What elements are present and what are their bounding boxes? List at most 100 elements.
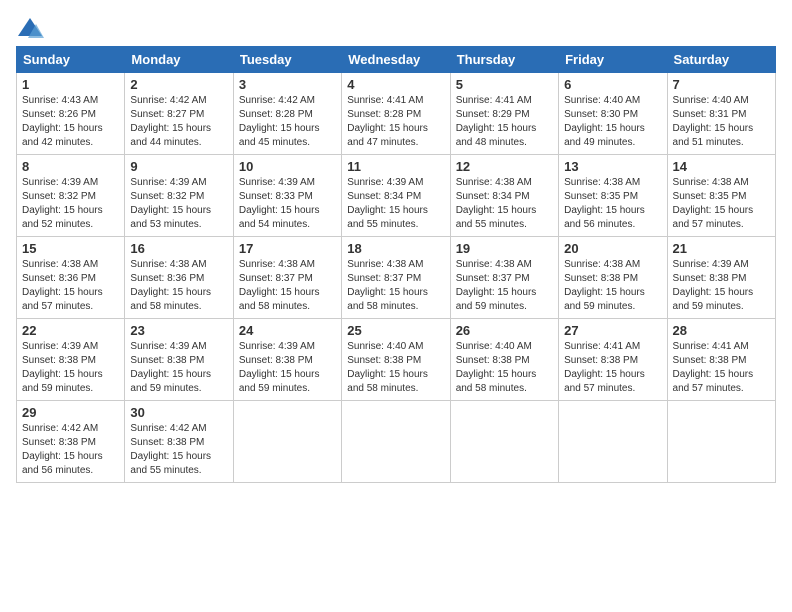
day-number: 7 <box>673 77 770 92</box>
page-header <box>16 16 776 40</box>
calendar-cell: 10 Sunrise: 4:39 AMSunset: 8:33 PMDaylig… <box>233 155 341 237</box>
day-info: Sunrise: 4:38 AMSunset: 8:35 PMDaylight:… <box>673 177 754 230</box>
calendar-cell: 24 Sunrise: 4:39 AMSunset: 8:38 PMDaylig… <box>233 319 341 401</box>
day-number: 16 <box>130 241 227 256</box>
calendar-cell: 30 Sunrise: 4:42 AMSunset: 8:38 PMDaylig… <box>125 401 233 483</box>
day-info: Sunrise: 4:39 AMSunset: 8:32 PMDaylight:… <box>22 177 103 230</box>
weekday-header-saturday: Saturday <box>667 47 775 73</box>
calendar-cell: 4 Sunrise: 4:41 AMSunset: 8:28 PMDayligh… <box>342 73 450 155</box>
calendar-cell: 16 Sunrise: 4:38 AMSunset: 8:36 PMDaylig… <box>125 237 233 319</box>
calendar-cell: 1 Sunrise: 4:43 AMSunset: 8:26 PMDayligh… <box>17 73 125 155</box>
day-info: Sunrise: 4:39 AMSunset: 8:38 PMDaylight:… <box>22 341 103 394</box>
week-row-5: 29 Sunrise: 4:42 AMSunset: 8:38 PMDaylig… <box>17 401 776 483</box>
day-info: Sunrise: 4:38 AMSunset: 8:35 PMDaylight:… <box>564 177 645 230</box>
weekday-header-thursday: Thursday <box>450 47 558 73</box>
day-info: Sunrise: 4:39 AMSunset: 8:38 PMDaylight:… <box>239 341 320 394</box>
day-number: 1 <box>22 77 119 92</box>
week-row-3: 15 Sunrise: 4:38 AMSunset: 8:36 PMDaylig… <box>17 237 776 319</box>
day-number: 8 <box>22 159 119 174</box>
day-number: 30 <box>130 405 227 420</box>
day-info: Sunrise: 4:41 AMSunset: 8:29 PMDaylight:… <box>456 95 537 148</box>
day-number: 25 <box>347 323 444 338</box>
day-number: 6 <box>564 77 661 92</box>
calendar-cell: 25 Sunrise: 4:40 AMSunset: 8:38 PMDaylig… <box>342 319 450 401</box>
calendar-cell: 19 Sunrise: 4:38 AMSunset: 8:37 PMDaylig… <box>450 237 558 319</box>
calendar-cell: 15 Sunrise: 4:38 AMSunset: 8:36 PMDaylig… <box>17 237 125 319</box>
weekday-header-sunday: Sunday <box>17 47 125 73</box>
day-info: Sunrise: 4:40 AMSunset: 8:31 PMDaylight:… <box>673 95 754 148</box>
calendar-cell <box>233 401 341 483</box>
day-number: 12 <box>456 159 553 174</box>
calendar-cell: 27 Sunrise: 4:41 AMSunset: 8:38 PMDaylig… <box>559 319 667 401</box>
day-number: 22 <box>22 323 119 338</box>
calendar-cell: 2 Sunrise: 4:42 AMSunset: 8:27 PMDayligh… <box>125 73 233 155</box>
day-number: 14 <box>673 159 770 174</box>
day-info: Sunrise: 4:38 AMSunset: 8:37 PMDaylight:… <box>456 259 537 312</box>
calendar-cell: 6 Sunrise: 4:40 AMSunset: 8:30 PMDayligh… <box>559 73 667 155</box>
day-info: Sunrise: 4:39 AMSunset: 8:38 PMDaylight:… <box>130 341 211 394</box>
weekday-header-friday: Friday <box>559 47 667 73</box>
day-info: Sunrise: 4:41 AMSunset: 8:38 PMDaylight:… <box>673 341 754 394</box>
calendar-cell <box>667 401 775 483</box>
day-info: Sunrise: 4:42 AMSunset: 8:38 PMDaylight:… <box>130 423 211 476</box>
day-number: 10 <box>239 159 336 174</box>
day-info: Sunrise: 4:43 AMSunset: 8:26 PMDaylight:… <box>22 95 103 148</box>
calendar-cell: 12 Sunrise: 4:38 AMSunset: 8:34 PMDaylig… <box>450 155 558 237</box>
calendar-cell: 26 Sunrise: 4:40 AMSunset: 8:38 PMDaylig… <box>450 319 558 401</box>
day-number: 11 <box>347 159 444 174</box>
calendar-cell <box>450 401 558 483</box>
day-info: Sunrise: 4:41 AMSunset: 8:28 PMDaylight:… <box>347 95 428 148</box>
calendar-cell: 11 Sunrise: 4:39 AMSunset: 8:34 PMDaylig… <box>342 155 450 237</box>
day-number: 9 <box>130 159 227 174</box>
day-number: 28 <box>673 323 770 338</box>
week-row-1: 1 Sunrise: 4:43 AMSunset: 8:26 PMDayligh… <box>17 73 776 155</box>
week-row-2: 8 Sunrise: 4:39 AMSunset: 8:32 PMDayligh… <box>17 155 776 237</box>
day-info: Sunrise: 4:39 AMSunset: 8:38 PMDaylight:… <box>673 259 754 312</box>
calendar-cell: 21 Sunrise: 4:39 AMSunset: 8:38 PMDaylig… <box>667 237 775 319</box>
day-info: Sunrise: 4:42 AMSunset: 8:38 PMDaylight:… <box>22 423 103 476</box>
week-row-4: 22 Sunrise: 4:39 AMSunset: 8:38 PMDaylig… <box>17 319 776 401</box>
day-info: Sunrise: 4:40 AMSunset: 8:38 PMDaylight:… <box>347 341 428 394</box>
day-number: 4 <box>347 77 444 92</box>
calendar-cell: 23 Sunrise: 4:39 AMSunset: 8:38 PMDaylig… <box>125 319 233 401</box>
calendar-cell: 29 Sunrise: 4:42 AMSunset: 8:38 PMDaylig… <box>17 401 125 483</box>
day-number: 5 <box>456 77 553 92</box>
calendar-cell: 17 Sunrise: 4:38 AMSunset: 8:37 PMDaylig… <box>233 237 341 319</box>
day-info: Sunrise: 4:42 AMSunset: 8:27 PMDaylight:… <box>130 95 211 148</box>
day-info: Sunrise: 4:38 AMSunset: 8:36 PMDaylight:… <box>22 259 103 312</box>
day-info: Sunrise: 4:38 AMSunset: 8:34 PMDaylight:… <box>456 177 537 230</box>
day-info: Sunrise: 4:38 AMSunset: 8:36 PMDaylight:… <box>130 259 211 312</box>
day-number: 18 <box>347 241 444 256</box>
calendar-cell: 9 Sunrise: 4:39 AMSunset: 8:32 PMDayligh… <box>125 155 233 237</box>
day-info: Sunrise: 4:38 AMSunset: 8:37 PMDaylight:… <box>347 259 428 312</box>
weekday-header-monday: Monday <box>125 47 233 73</box>
day-number: 24 <box>239 323 336 338</box>
calendar-cell: 20 Sunrise: 4:38 AMSunset: 8:38 PMDaylig… <box>559 237 667 319</box>
day-number: 3 <box>239 77 336 92</box>
calendar-cell: 28 Sunrise: 4:41 AMSunset: 8:38 PMDaylig… <box>667 319 775 401</box>
day-number: 21 <box>673 241 770 256</box>
logo-icon <box>16 16 44 40</box>
calendar-cell <box>559 401 667 483</box>
day-info: Sunrise: 4:39 AMSunset: 8:33 PMDaylight:… <box>239 177 320 230</box>
calendar-cell: 7 Sunrise: 4:40 AMSunset: 8:31 PMDayligh… <box>667 73 775 155</box>
logo <box>16 16 48 40</box>
day-number: 20 <box>564 241 661 256</box>
calendar-table: SundayMondayTuesdayWednesdayThursdayFrid… <box>16 46 776 483</box>
day-number: 23 <box>130 323 227 338</box>
day-info: Sunrise: 4:39 AMSunset: 8:32 PMDaylight:… <box>130 177 211 230</box>
calendar-cell: 13 Sunrise: 4:38 AMSunset: 8:35 PMDaylig… <box>559 155 667 237</box>
calendar-cell <box>342 401 450 483</box>
day-number: 27 <box>564 323 661 338</box>
day-info: Sunrise: 4:41 AMSunset: 8:38 PMDaylight:… <box>564 341 645 394</box>
day-info: Sunrise: 4:38 AMSunset: 8:38 PMDaylight:… <box>564 259 645 312</box>
day-number: 15 <box>22 241 119 256</box>
calendar-cell: 8 Sunrise: 4:39 AMSunset: 8:32 PMDayligh… <box>17 155 125 237</box>
calendar-cell: 5 Sunrise: 4:41 AMSunset: 8:29 PMDayligh… <box>450 73 558 155</box>
day-number: 29 <box>22 405 119 420</box>
day-number: 17 <box>239 241 336 256</box>
day-info: Sunrise: 4:39 AMSunset: 8:34 PMDaylight:… <box>347 177 428 230</box>
day-info: Sunrise: 4:40 AMSunset: 8:38 PMDaylight:… <box>456 341 537 394</box>
day-info: Sunrise: 4:40 AMSunset: 8:30 PMDaylight:… <box>564 95 645 148</box>
calendar-cell: 3 Sunrise: 4:42 AMSunset: 8:28 PMDayligh… <box>233 73 341 155</box>
